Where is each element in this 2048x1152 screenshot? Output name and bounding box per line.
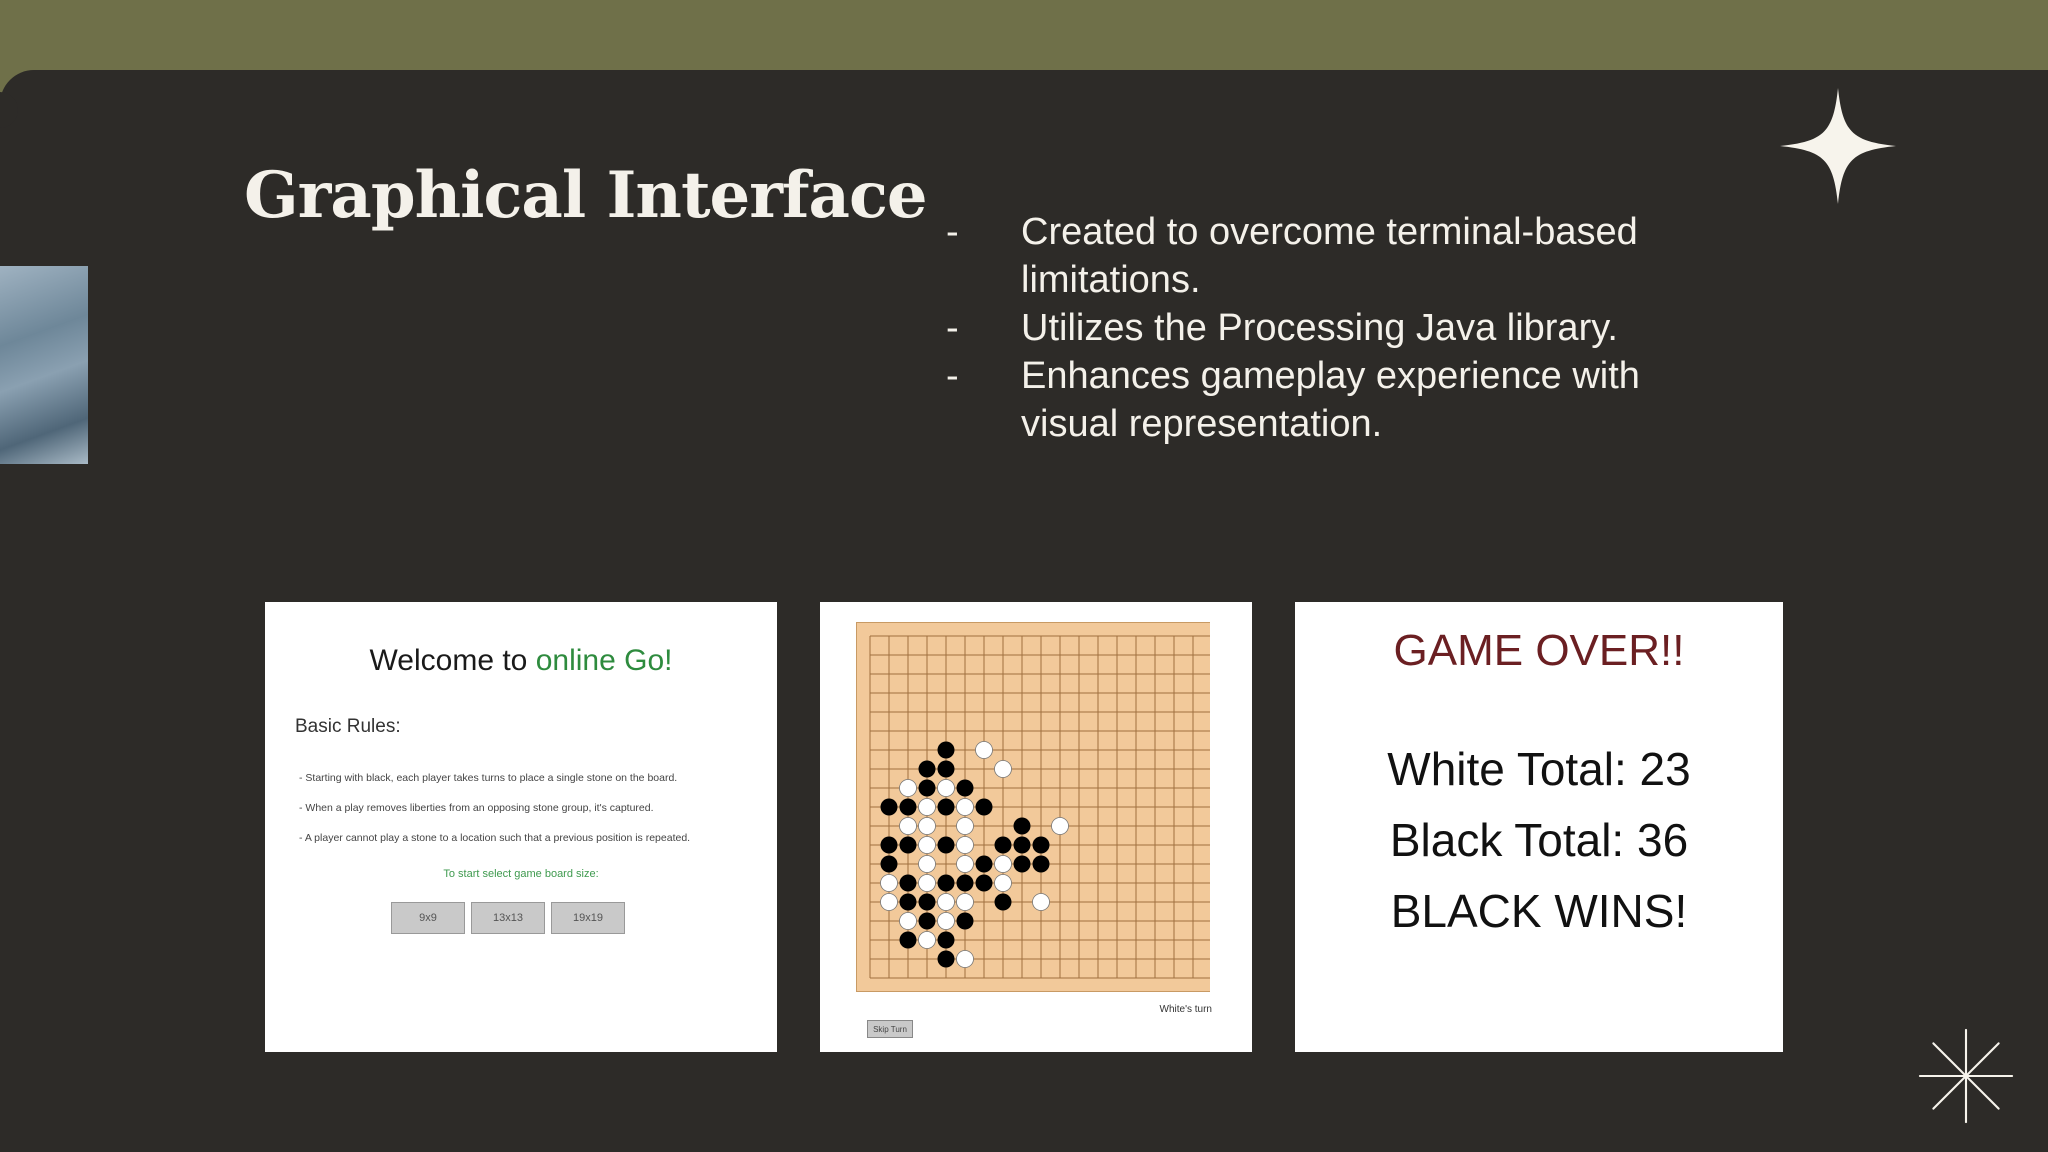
white-stone — [918, 836, 936, 854]
black-stone — [918, 912, 936, 930]
white-stone — [956, 836, 974, 854]
black-stone — [880, 855, 898, 873]
corner-decoration — [0, 92, 18, 128]
white-stone — [975, 741, 993, 759]
black-stone — [937, 836, 955, 854]
black-total: Black Total: 36 — [1389, 814, 1689, 866]
bullet-item: - Utilizes the Processing Java library. — [946, 304, 1706, 352]
black-stone — [956, 874, 974, 892]
black-stone — [1032, 836, 1050, 854]
black-stone — [1013, 836, 1031, 854]
rule-line: - A player cannot play a stone to a loca… — [299, 832, 691, 844]
bullet-marker: - — [946, 355, 959, 397]
black-stone — [918, 893, 936, 911]
white-stone — [918, 931, 936, 949]
black-stone — [937, 950, 955, 968]
white-stone — [918, 874, 936, 892]
black-stone — [975, 855, 993, 873]
slide-title: Graphical Interface — [244, 158, 928, 233]
welcome-screenshot: Welcome to online Go! Basic Rules: - Sta… — [265, 602, 777, 1052]
black-stone — [1013, 817, 1031, 835]
white-stone — [918, 855, 936, 873]
white-stone — [956, 893, 974, 911]
black-stone — [899, 836, 917, 854]
go-board[interactable] — [856, 622, 1210, 992]
black-stone — [937, 874, 955, 892]
bullet-item: - Created to overcome terminal-based limi… — [946, 208, 1706, 304]
bullet-list: - Created to overcome terminal-based limi… — [946, 208, 1706, 448]
white-stone — [994, 855, 1012, 873]
black-stone — [994, 893, 1012, 911]
black-stone — [899, 874, 917, 892]
black-stone — [899, 893, 917, 911]
turn-indicator: White's turn — [1159, 1004, 1212, 1015]
bullet-item: - Enhances gameplay experience with visua… — [946, 352, 1706, 448]
sky-photo-strip — [0, 266, 88, 464]
white-stone — [956, 855, 974, 873]
start-hint: To start select game board size: — [443, 868, 599, 880]
white-stone — [899, 817, 917, 835]
sparkle-star-icon — [1780, 88, 1896, 204]
size-19x19-button[interactable]: 19x19 — [551, 902, 625, 934]
black-stone — [899, 798, 917, 816]
white-stone — [956, 817, 974, 835]
black-stone — [994, 836, 1012, 854]
asterisk-star-icon — [1918, 1028, 2014, 1124]
bullet-text: Enhances gameplay experience with visual… — [1021, 355, 1640, 445]
white-stone — [937, 893, 955, 911]
white-stone — [994, 760, 1012, 778]
board-screenshot: Skip Turn White's turn — [820, 602, 1252, 1052]
black-stone — [937, 798, 955, 816]
bullet-marker: - — [946, 211, 959, 253]
black-stone — [975, 798, 993, 816]
rules-heading: Basic Rules: — [295, 716, 401, 737]
bullet-text: Created to overcome terminal-based limit… — [1021, 211, 1638, 301]
white-stone — [994, 874, 1012, 892]
rule-line: - When a play removes liberties from an … — [299, 802, 654, 814]
black-stone — [937, 931, 955, 949]
white-stone — [918, 798, 936, 816]
white-stone — [880, 874, 898, 892]
board-size-buttons: 9x9 13x13 19x19 — [391, 902, 625, 934]
bullet-marker: - — [946, 307, 959, 349]
size-13x13-button[interactable]: 13x13 — [471, 902, 545, 934]
gameover-screenshot: GAME OVER!! White Total: 23 Black Total:… — [1295, 602, 1783, 1052]
white-stone — [937, 779, 955, 797]
white-stone — [937, 912, 955, 930]
white-stone — [1032, 893, 1050, 911]
welcome-title-prefix: Welcome to — [369, 644, 536, 677]
black-stone — [975, 874, 993, 892]
white-stone — [1051, 817, 1069, 835]
black-stone — [937, 760, 955, 778]
black-stone — [1032, 855, 1050, 873]
white-stone — [956, 950, 974, 968]
black-stone — [918, 779, 936, 797]
black-stone — [918, 760, 936, 778]
white-stone — [899, 779, 917, 797]
rule-line: - Starting with black, each player takes… — [299, 772, 678, 784]
size-9x9-button[interactable]: 9x9 — [391, 902, 465, 934]
black-stone — [880, 836, 898, 854]
black-stone — [1013, 855, 1031, 873]
white-stone — [899, 912, 917, 930]
bullet-text: Utilizes the Processing Java library. — [1021, 307, 1618, 349]
welcome-title: Welcome to online Go! — [265, 644, 777, 678]
white-stone — [956, 798, 974, 816]
welcome-title-highlight: online Go! — [535, 644, 673, 677]
gameover-title: GAME OVER!! — [1393, 626, 1685, 675]
white-stone — [880, 893, 898, 911]
white-stone — [918, 817, 936, 835]
result-text: BLACK WINS! — [1390, 885, 1688, 937]
black-stone — [956, 779, 974, 797]
black-stone — [956, 912, 974, 930]
black-stone — [937, 741, 955, 759]
skip-turn-button[interactable]: Skip Turn — [867, 1020, 913, 1038]
black-stone — [880, 798, 898, 816]
white-total: White Total: 23 — [1387, 743, 1691, 795]
black-stone — [899, 931, 917, 949]
